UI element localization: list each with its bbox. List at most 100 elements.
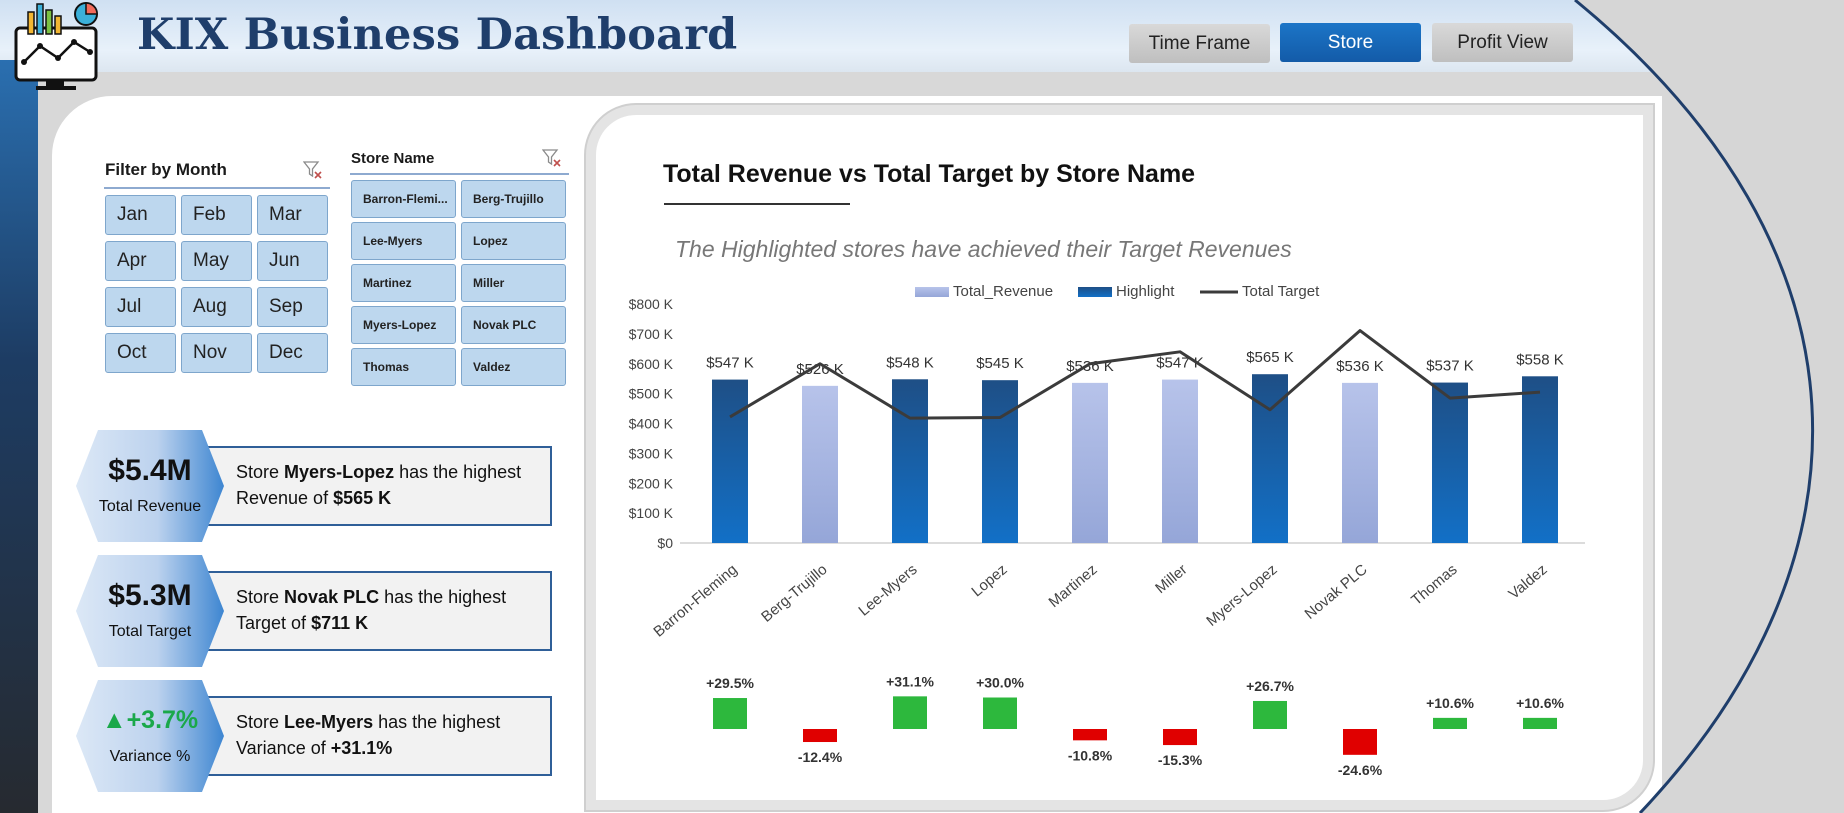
chart-title: Total Revenue vs Total Target by Store N…	[663, 160, 1196, 188]
month-filter-divider	[104, 187, 330, 189]
bar-highlight	[1522, 376, 1558, 543]
month-button-jun[interactable]: Jun	[257, 241, 328, 281]
bar-data-label: $547 K	[706, 355, 754, 372]
y-tick-label: $300 K	[629, 445, 674, 461]
target-line	[729, 329, 1541, 420]
variance-label: -15.3%	[1158, 752, 1203, 768]
month-button-mar[interactable]: Mar	[257, 195, 328, 235]
x-tick-label: Berg-Trujillo	[758, 561, 830, 626]
month-button-jan[interactable]: Jan	[105, 195, 176, 235]
kpi-store-name: Novak PLC	[284, 587, 380, 607]
bar-revenue	[802, 385, 838, 543]
bar-highlight	[712, 379, 748, 543]
legend-label-target: Total Target	[1242, 283, 1320, 300]
kpi-label: Variance %	[109, 748, 191, 765]
variance-bar-positive	[893, 696, 927, 729]
kpi-prefix: Store	[236, 712, 280, 732]
kpi-suffix: has the highest	[399, 462, 522, 482]
month-button-oct[interactable]: Oct	[105, 333, 176, 373]
month-button-apr[interactable]: Apr	[105, 241, 176, 281]
store-button[interactable]: Thomas	[351, 348, 456, 386]
bar-data-label: $558 K	[1516, 351, 1564, 368]
store-button[interactable]: Lopez	[461, 222, 566, 260]
x-tick-label: Lee-Myers	[855, 561, 920, 620]
kpi-store-name: Myers-Lopez	[284, 462, 395, 482]
month-button-dec[interactable]: Dec	[257, 333, 328, 373]
kpi-description-box	[190, 696, 552, 776]
store-button[interactable]: Myers-Lopez	[351, 306, 456, 344]
y-tick-label: $200 K	[629, 475, 674, 491]
bar-highlight	[982, 380, 1018, 543]
bar-data-label: $565 K	[1246, 349, 1294, 366]
kpi-value: ▲+3.7%	[101, 706, 199, 734]
store-button[interactable]: Martinez	[351, 264, 456, 302]
variance-bar-negative	[803, 729, 837, 743]
bar-data-label: $545 K	[976, 355, 1024, 372]
kpi-description-box	[190, 446, 552, 526]
clear-filter-icon[interactable]	[303, 160, 323, 180]
left-accent-bar	[0, 60, 38, 813]
kpi-line2-text: Target of	[236, 613, 307, 633]
store-button[interactable]: Barron-Flemi...	[351, 180, 456, 218]
month-button-sep[interactable]: Sep	[257, 287, 328, 327]
y-tick-label: $400 K	[629, 416, 674, 432]
kpi-description-box	[190, 571, 552, 651]
kpi-line2-text: Variance of	[236, 738, 326, 758]
variance-label: -10.8%	[1068, 747, 1113, 763]
legend-swatch-highlight	[1078, 287, 1112, 297]
kpi-sentence-line2: Target of $711 K	[236, 613, 368, 634]
kpi-amount: $711 K	[311, 613, 369, 633]
kpi-value: $5.4M	[108, 454, 192, 487]
x-tick-label: Thomas	[1408, 561, 1460, 609]
tab-time-frame[interactable]: Time Frame	[1129, 24, 1270, 63]
variance-label: +10.6%	[1426, 695, 1474, 711]
kpi-prefix: Store	[236, 462, 280, 482]
kpi-suffix: has the highest	[378, 712, 501, 732]
variance-label: +29.5%	[706, 675, 754, 691]
variance-bar-positive	[713, 698, 747, 729]
bar-data-label: $537 K	[1426, 358, 1474, 375]
chart-subtitle: The Highlighted stores have achieved the…	[675, 236, 1292, 262]
kpi-label: Total Revenue	[98, 498, 202, 515]
bar-data-label: $536 K	[1336, 358, 1384, 375]
kpi-line2-text: Revenue of	[236, 488, 329, 508]
x-tick-label: Novak PLC	[1302, 561, 1371, 623]
clear-filter-icon[interactable]	[542, 148, 562, 168]
store-button[interactable]: Valdez	[461, 348, 566, 386]
y-tick-label: $100 K	[629, 505, 674, 521]
variance-label: -12.4%	[798, 749, 843, 765]
store-filter-title: Store Name	[351, 150, 435, 167]
x-tick-label: Martinez	[1046, 561, 1101, 611]
kpi-value: $5.3M	[108, 579, 192, 612]
variance-label: +26.7%	[1246, 678, 1294, 694]
month-button-jul[interactable]: Jul	[105, 287, 176, 327]
month-button-may[interactable]: May	[181, 241, 252, 281]
store-button[interactable]: Miller	[461, 264, 566, 302]
legend-label-revenue: Total_Revenue	[953, 283, 1053, 300]
kpi-amount: +31.1%	[330, 738, 393, 758]
tab-profit-view[interactable]: Profit View	[1432, 23, 1573, 62]
x-tick-label: Myers-Lopez	[1203, 561, 1280, 630]
store-button[interactable]: Berg-Trujillo	[461, 180, 566, 218]
month-button-aug[interactable]: Aug	[181, 287, 252, 327]
variance-label: +10.6%	[1516, 695, 1564, 711]
y-tick-label: $800 K	[629, 296, 674, 312]
kpi-sentence-line1: Store Novak PLC has the highest	[236, 587, 506, 608]
bar-revenue	[1342, 382, 1378, 543]
kpi-sentence-line1: Store Lee-Myers has the highest	[236, 712, 500, 733]
store-button[interactable]: Novak PLC	[461, 306, 566, 344]
store-filter-divider	[350, 173, 569, 175]
variance-bar-negative	[1343, 729, 1377, 755]
x-tick-label: Miller	[1152, 561, 1190, 597]
month-button-feb[interactable]: Feb	[181, 195, 252, 235]
store-button[interactable]: Lee-Myers	[351, 222, 456, 260]
variance-bar-negative	[1163, 729, 1197, 746]
kpi-sentence-line2: Variance of +31.1%	[236, 738, 392, 759]
tab-store[interactable]: Store	[1280, 23, 1421, 62]
legend-label-highlight: Highlight	[1116, 283, 1175, 300]
legend-swatch-revenue	[915, 287, 949, 297]
month-button-nov[interactable]: Nov	[181, 333, 252, 373]
dashboard-logo-icon	[14, 2, 98, 90]
variance-bar-positive	[1523, 717, 1557, 729]
page-title: KIX Business Dashboard	[137, 10, 738, 60]
